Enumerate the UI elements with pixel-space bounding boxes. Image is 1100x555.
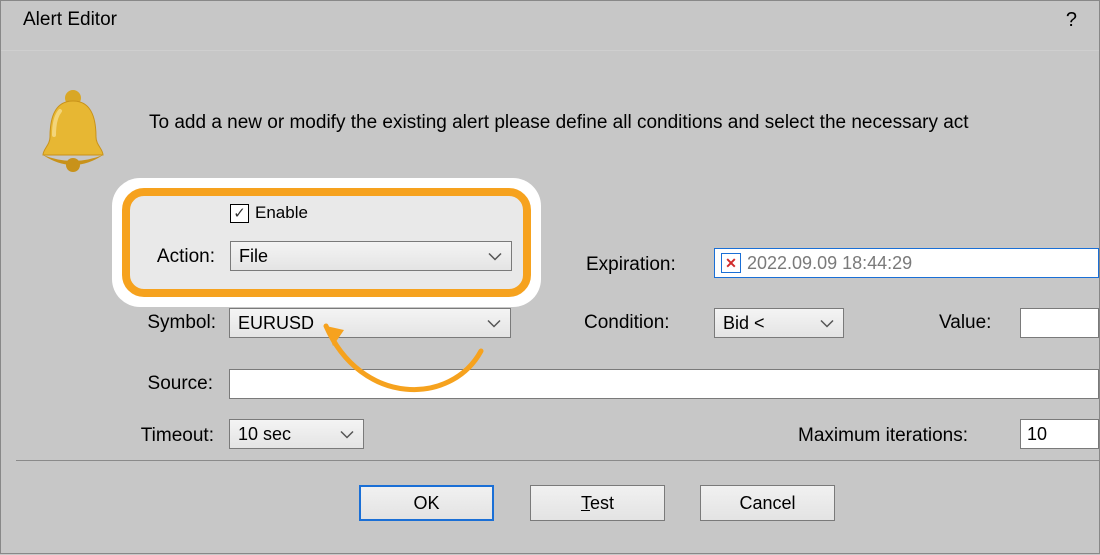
expiration-clear-button[interactable]: ✕ <box>721 253 741 273</box>
condition-label: Condition: <box>584 312 670 334</box>
source-label: Source: <box>133 373 213 395</box>
help-button[interactable]: ? <box>1066 9 1077 32</box>
chevron-down-icon <box>339 424 355 445</box>
action-label: Action: <box>140 246 215 268</box>
expiration-input[interactable]: ✕ 2022.09.09 18:44:29 <box>714 248 1099 278</box>
condition-combo[interactable]: Bid < <box>714 308 844 338</box>
test-button[interactable]: Test <box>530 485 665 521</box>
value-label: Value: <box>939 312 991 334</box>
dialog-body: To add a new or modify the existing aler… <box>1 51 1099 555</box>
window-title: Alert Editor <box>23 9 117 31</box>
action-combo[interactable]: File <box>230 241 512 271</box>
ok-button[interactable]: OK <box>359 485 494 521</box>
max-iterations-input[interactable]: 10 <box>1020 419 1099 449</box>
bell-icon <box>33 87 113 178</box>
symbol-combo-value: EURUSD <box>238 313 314 334</box>
cancel-button[interactable]: Cancel <box>700 485 835 521</box>
chevron-down-icon <box>486 313 502 334</box>
chevron-down-icon <box>487 246 503 267</box>
highlight-callout: ✓ Enable Action: File <box>112 178 541 307</box>
action-combo-value: File <box>239 246 268 267</box>
condition-combo-value: Bid < <box>723 313 765 334</box>
symbol-label: Symbol: <box>131 312 216 334</box>
dialog-description: To add a new or modify the existing aler… <box>149 112 969 134</box>
max-iterations-value: 10 <box>1027 424 1047 445</box>
value-input[interactable] <box>1020 308 1099 338</box>
cancel-button-label: Cancel <box>739 493 795 514</box>
expiration-label: Expiration: <box>586 254 676 276</box>
symbol-combo[interactable]: EURUSD <box>229 308 511 338</box>
ok-button-label: OK <box>413 493 439 514</box>
enable-checkbox[interactable]: ✓ <box>230 204 249 223</box>
alert-editor-dialog: Alert Editor ? To add a new or modify th… <box>0 0 1100 554</box>
source-input[interactable] <box>229 369 1099 399</box>
enable-label: Enable <box>255 203 308 223</box>
separator <box>16 460 1099 461</box>
titlebar: Alert Editor ? <box>1 1 1099 51</box>
timeout-combo[interactable]: 10 sec <box>229 419 364 449</box>
timeout-combo-value: 10 sec <box>238 424 291 445</box>
enable-row: ✓ Enable <box>230 203 308 223</box>
highlight-callout-inner: ✓ Enable Action: File <box>122 188 531 297</box>
chevron-down-icon <box>819 313 835 334</box>
max-iterations-label: Maximum iterations: <box>798 425 968 447</box>
expiration-value: 2022.09.09 18:44:29 <box>747 253 912 274</box>
timeout-label: Timeout: <box>114 425 214 447</box>
test-button-label: Test <box>581 493 614 514</box>
